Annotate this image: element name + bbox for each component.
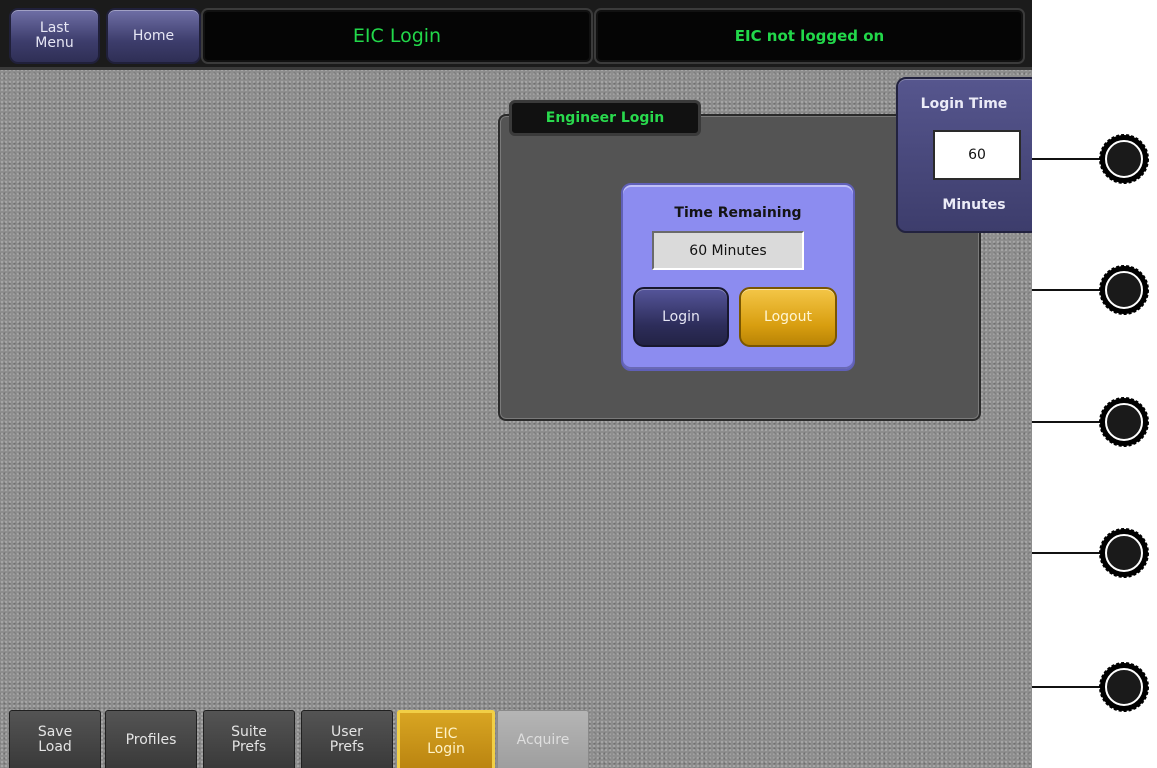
menu-screen: Last Menu Home EIC Login EIC not logged … xyxy=(0,0,1032,768)
tab-eic-login[interactable]: EIC Login xyxy=(397,710,495,768)
top-bar: Last Menu Home EIC Login EIC not logged … xyxy=(0,0,1032,70)
knob-1[interactable] xyxy=(1099,134,1149,184)
page-title: EIC Login xyxy=(201,8,593,64)
home-button[interactable]: Home xyxy=(106,8,201,64)
login-button[interactable]: Login xyxy=(633,287,729,347)
engineer-login-label: Engineer Login xyxy=(509,100,701,136)
login-time-unit: Minutes xyxy=(942,197,1006,213)
login-time-control[interactable]: Login Time 60 Minutes xyxy=(896,77,1032,233)
knob-5[interactable] xyxy=(1099,662,1149,712)
login-time-title: Login Time xyxy=(920,96,1008,112)
time-remaining-value: 60 Minutes xyxy=(652,231,804,270)
tab-user-prefs[interactable]: User Prefs xyxy=(301,710,393,768)
last-menu-button[interactable]: Last Menu xyxy=(9,8,100,64)
time-remaining-panel: Time Remaining 60 Minutes Login Logout xyxy=(621,183,855,371)
login-time-field[interactable]: 60 xyxy=(933,130,1021,180)
tab-suite-prefs[interactable]: Suite Prefs xyxy=(203,710,295,768)
bottom-tab-bar: Save Load Profiles Suite Prefs User Pref… xyxy=(0,706,1032,768)
knob-4[interactable] xyxy=(1099,528,1149,578)
tab-save-load[interactable]: Save Load xyxy=(9,710,101,768)
tab-acquire[interactable]: Acquire xyxy=(497,710,589,768)
knob-2[interactable] xyxy=(1099,265,1149,315)
time-remaining-title: Time Remaining xyxy=(674,205,802,221)
logout-button[interactable]: Logout xyxy=(739,287,837,347)
status-display: EIC not logged on xyxy=(594,8,1025,64)
knob-3[interactable] xyxy=(1099,397,1149,447)
tab-profiles[interactable]: Profiles xyxy=(105,710,197,768)
